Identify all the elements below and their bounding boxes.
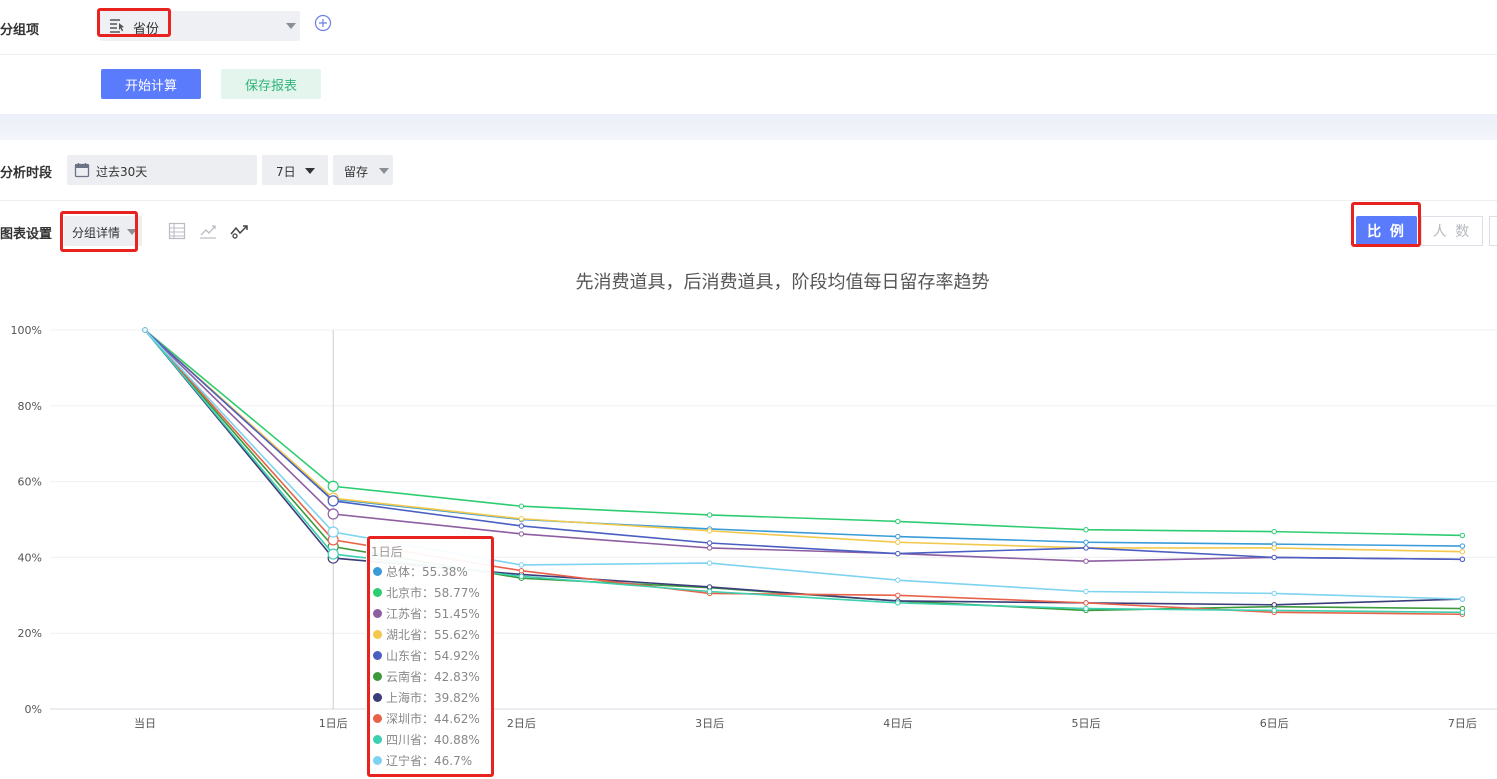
trend-chart-icon[interactable] (229, 221, 249, 241)
data-point (895, 600, 901, 606)
highlight-group (97, 8, 171, 37)
x-tick-label: 3日后 (695, 717, 724, 730)
data-point (327, 508, 339, 520)
retention-line-chart: 0% 20% 40% 60% 80% 100% 当日 1日后 2日后 3日后 4日后 5日后 6日后 7日… (11, 324, 1497, 730)
series-line (144, 329, 1463, 606)
save-report-button[interactable]: 保存报表 (221, 69, 321, 99)
series-line (144, 329, 1463, 547)
data-point (518, 573, 525, 580)
data-point (706, 545, 713, 551)
data-point (1083, 600, 1089, 606)
data-point (1083, 539, 1089, 545)
x-tick-label: 7日后 (1448, 717, 1477, 730)
divider (0, 54, 1497, 55)
data-point (518, 503, 525, 509)
section-separator (0, 114, 1497, 140)
series-line (144, 329, 1463, 561)
data-point (1271, 554, 1277, 561)
x-tick-label: 5日后 (1072, 717, 1101, 730)
more-button[interactable] (1489, 216, 1497, 246)
data-point (518, 523, 525, 529)
data-point (518, 562, 525, 568)
period-label: 分析时段 (0, 166, 53, 181)
metric-select[interactable]: 留存 (333, 155, 393, 185)
data-point (706, 528, 713, 534)
highlight-tooltip (367, 536, 494, 777)
add-group-icon[interactable] (314, 14, 332, 32)
highlight-ratio (1351, 202, 1421, 247)
data-point (706, 560, 713, 566)
date-range-picker[interactable]: 过去30天 (67, 155, 257, 185)
start-calc-button[interactable]: 开始计算 (101, 69, 201, 99)
data-point (895, 518, 901, 525)
x-tick-label: 当日 (134, 716, 156, 730)
x-tick-label: 4日后 (883, 717, 912, 730)
y-tick-label: 60% (18, 476, 42, 489)
data-point (1271, 602, 1277, 608)
data-point (706, 584, 713, 590)
data-point (1271, 528, 1277, 535)
table-icon[interactable] (167, 221, 187, 241)
data-point (1083, 605, 1089, 612)
data-point (895, 550, 901, 557)
chevron-down-icon (379, 168, 389, 174)
group-label: 分组项 (0, 23, 40, 38)
data-point (706, 588, 713, 595)
data-point (1459, 532, 1466, 539)
data-point (1459, 543, 1466, 549)
data-point (518, 516, 525, 522)
data-point (1083, 588, 1089, 595)
data-point (1271, 607, 1277, 614)
data-point (518, 567, 525, 574)
line-chart-icon[interactable] (198, 221, 218, 241)
calendar-icon (74, 163, 90, 178)
y-tick-label: 100% (11, 324, 42, 337)
days-select-value: 7日 (276, 165, 296, 179)
data-point (895, 533, 901, 540)
count-toggle-button[interactable]: 人 数 (1421, 216, 1483, 246)
metric-select-value: 留存 (344, 165, 369, 179)
chart-title: 先消费道具，后消费道具，阶段均值每日留存率趋势 (575, 272, 990, 293)
x-tick-label: 6日后 (1260, 717, 1289, 730)
divider (0, 200, 1497, 201)
y-tick-label: 40% (18, 551, 42, 564)
data-point (1271, 545, 1277, 551)
series-line (144, 329, 1463, 537)
data-point (1271, 590, 1277, 597)
series-line (144, 329, 1463, 562)
y-tick-label: 80% (18, 400, 42, 413)
data-point (1083, 527, 1089, 533)
data-point (327, 495, 339, 507)
x-tick-label: 2日后 (507, 717, 536, 730)
data-point (895, 539, 901, 545)
series-line (144, 329, 1463, 614)
data-point (706, 540, 713, 546)
data-point (1459, 609, 1466, 616)
data-point (1459, 596, 1466, 602)
data-point (327, 526, 339, 538)
days-select[interactable]: 7日 (262, 155, 328, 185)
data-point (895, 577, 901, 583)
data-point (1083, 545, 1089, 551)
data-point (1083, 558, 1089, 564)
data-point (1459, 549, 1466, 555)
chart-settings-label: 图表设置 (0, 227, 53, 242)
chevron-down-icon (286, 23, 296, 29)
data-point (518, 531, 525, 537)
data-point (895, 592, 901, 598)
date-range-value: 过去30天 (96, 165, 148, 179)
series-line (144, 329, 1463, 612)
y-tick-label: 0% (25, 703, 42, 716)
highlight-chart-mode (60, 211, 138, 252)
data-point (327, 548, 339, 560)
data-point (142, 327, 148, 333)
x-tick-label: 1日后 (319, 717, 348, 730)
y-tick-label: 20% (18, 627, 42, 640)
chevron-down-icon (305, 168, 315, 174)
data-point (327, 480, 339, 492)
data-point (706, 512, 713, 518)
data-point (1459, 556, 1466, 562)
